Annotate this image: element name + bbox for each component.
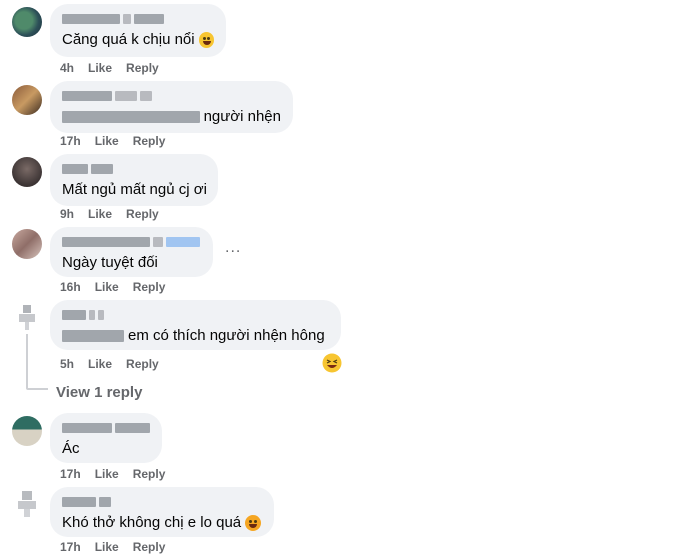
avatar[interactable] bbox=[12, 7, 42, 37]
reply-button[interactable]: Reply bbox=[126, 61, 159, 75]
author-name-redacted[interactable] bbox=[62, 12, 214, 25]
comment-time[interactable]: 4h bbox=[60, 61, 74, 75]
comment-bubble: Khó thở không chị e lo quá bbox=[50, 487, 274, 537]
comment-bubble: Ác bbox=[50, 413, 162, 463]
reply-button[interactable]: Reply bbox=[133, 540, 166, 554]
comment-bubble: Căng quá k chịu nổi bbox=[50, 4, 226, 57]
author-name-redacted[interactable] bbox=[62, 421, 150, 434]
comment-bubble: em có thích người nhện hông bbox=[50, 300, 341, 350]
thread-line bbox=[26, 388, 48, 390]
author-name-redacted[interactable] bbox=[62, 308, 329, 321]
comment-time[interactable]: 5h bbox=[60, 357, 74, 371]
comment-time[interactable]: 17h bbox=[60, 467, 81, 481]
comment-time[interactable]: 16h bbox=[60, 280, 81, 294]
reply-button[interactable]: Reply bbox=[133, 467, 166, 481]
redacted-text bbox=[62, 329, 124, 342]
comment-text: Khó thở không chị e lo quá bbox=[62, 514, 242, 531]
author-name-redacted[interactable] bbox=[62, 495, 262, 508]
comment-text: Ngày tuyệt đối bbox=[62, 254, 158, 271]
comment-time[interactable]: 9h bbox=[60, 207, 74, 221]
author-name-redacted[interactable] bbox=[62, 235, 201, 248]
redacted-text bbox=[62, 110, 200, 123]
avatar[interactable] bbox=[12, 157, 42, 187]
laughing-face-icon bbox=[322, 353, 342, 373]
crying-face-icon bbox=[198, 31, 214, 48]
comment-time[interactable]: 17h bbox=[60, 540, 81, 554]
comment-text: Ác bbox=[62, 440, 80, 457]
author-name-redacted[interactable] bbox=[62, 89, 281, 102]
author-name-redacted[interactable] bbox=[62, 162, 206, 175]
avatar[interactable] bbox=[12, 416, 42, 446]
like-button[interactable]: Like bbox=[88, 61, 112, 75]
comment-bubble: Mất ngủ mất ngủ cj ơi bbox=[50, 154, 218, 206]
comment-time[interactable]: 17h bbox=[60, 134, 81, 148]
comment-bubble: Ngày tuyệt đối bbox=[50, 227, 213, 277]
like-button[interactable]: Like bbox=[88, 207, 112, 221]
avatar[interactable] bbox=[12, 489, 42, 519]
reply-button[interactable]: Reply bbox=[133, 280, 166, 294]
default-avatar-icon bbox=[18, 491, 36, 517]
comment-text: Mất ngủ mất ngủ cj ơi bbox=[62, 181, 207, 198]
default-avatar-icon bbox=[19, 305, 35, 330]
avatar[interactable] bbox=[12, 229, 42, 259]
comment-bubble: người nhện bbox=[50, 81, 293, 133]
comment-text: em có thích người nhện hông bbox=[128, 327, 325, 344]
like-button[interactable]: Like bbox=[95, 467, 119, 481]
comment-text: Căng quá k chịu nổi bbox=[62, 31, 195, 48]
reply-button[interactable]: Reply bbox=[126, 357, 159, 371]
avatar[interactable] bbox=[12, 85, 42, 115]
reply-button[interactable]: Reply bbox=[133, 134, 166, 148]
more-options-icon[interactable]: ... bbox=[225, 239, 241, 257]
like-button[interactable]: Like bbox=[95, 540, 119, 554]
comment-text: người nhện bbox=[203, 108, 281, 125]
view-replies-button[interactable]: View 1 reply bbox=[56, 384, 142, 401]
avatar[interactable] bbox=[12, 302, 42, 332]
like-button[interactable]: Like bbox=[95, 134, 119, 148]
thread-line bbox=[26, 334, 28, 388]
like-button[interactable]: Like bbox=[95, 280, 119, 294]
reply-button[interactable]: Reply bbox=[126, 207, 159, 221]
rolling-laughing-icon bbox=[245, 514, 262, 531]
like-button[interactable]: Like bbox=[88, 357, 112, 371]
